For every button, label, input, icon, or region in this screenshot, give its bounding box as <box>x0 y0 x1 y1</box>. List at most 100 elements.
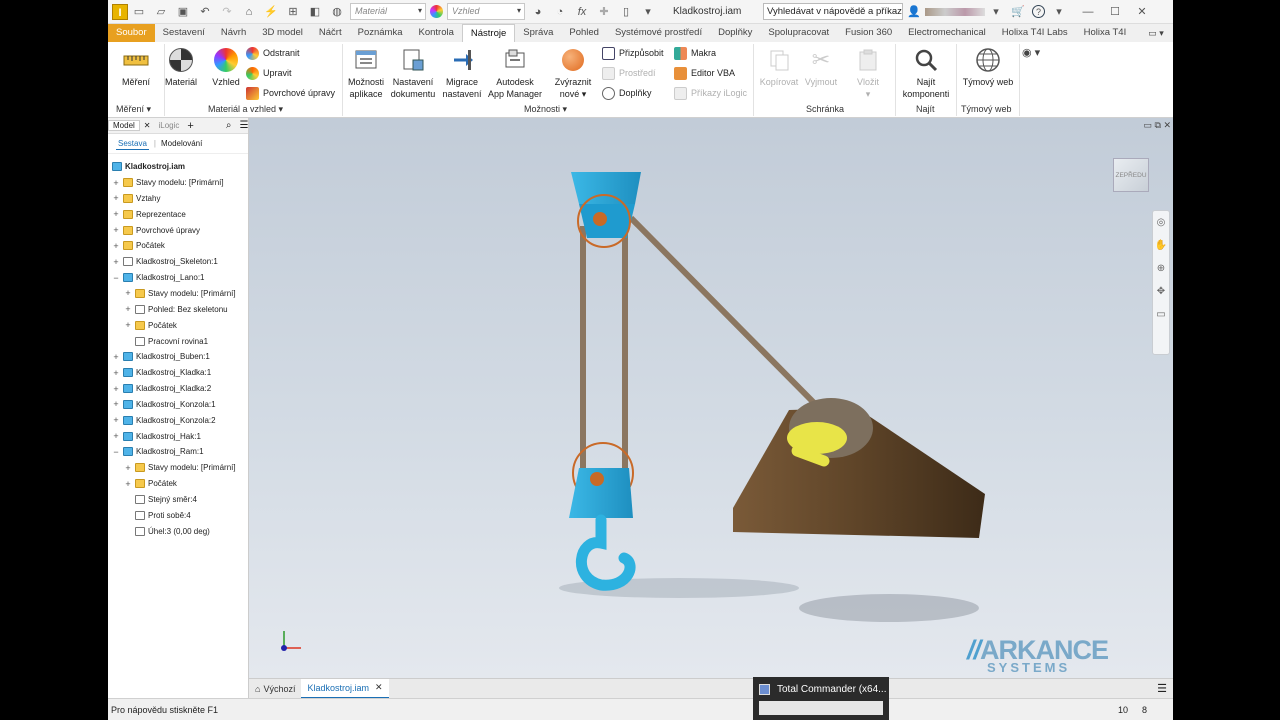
tab-3d-model[interactable]: 3D model <box>254 24 311 42</box>
tab-home[interactable]: ⌂ Výchozí <box>249 679 301 699</box>
paste-button[interactable]: Vložit ▾ <box>850 46 886 100</box>
app-options-button[interactable]: Možnosti aplikace <box>344 46 388 100</box>
tree-item[interactable]: + Stavy modelu: [Primární] <box>124 286 235 301</box>
tree-item[interactable]: + Počátek <box>124 476 177 491</box>
tree-item[interactable]: + Kladkostroj_Kladka:1 <box>112 365 211 380</box>
tab-holixa[interactable]: Holixa T4I <box>1076 24 1135 42</box>
tree-item[interactable]: + Reprezentace <box>112 207 185 222</box>
tree-item[interactable]: + Kladkostroj_Kladka:2 <box>112 381 211 396</box>
group-measure-label[interactable]: Měření ▾ <box>116 104 151 115</box>
macros-button[interactable]: Makra <box>674 45 716 61</box>
expand-toggle-icon[interactable]: + <box>124 463 132 473</box>
open-icon[interactable]: ▱ <box>153 5 169 19</box>
tab-fusion360[interactable]: Fusion 360 <box>837 24 900 42</box>
expand-toggle-icon[interactable]: + <box>112 368 120 378</box>
team-web-button[interactable]: Týmový web <box>958 46 1018 88</box>
tree-item[interactable]: + Kladkostroj_Buben:1 <box>112 349 209 364</box>
ilogic-icon[interactable]: ▯ <box>618 5 634 19</box>
cut-button[interactable]: ✂ Vyjmout <box>802 46 840 88</box>
expand-toggle-icon[interactable]: + <box>112 384 120 394</box>
tab-addins[interactable]: Doplňky <box>710 24 760 42</box>
tab-environments[interactable]: Systémové prostředí <box>607 24 710 42</box>
tree-item[interactable]: Stejný směr:4 <box>124 492 197 507</box>
viewport-window-controls[interactable]: ▭ ⧉ ✕ <box>1144 120 1171 131</box>
expand-toggle-icon[interactable]: − <box>112 273 120 283</box>
search-icon[interactable]: ⌕ <box>222 120 236 131</box>
measure-button[interactable]: Měření <box>114 46 158 88</box>
close-icon[interactable]: ✕ <box>1134 5 1150 19</box>
subtab-assembly[interactable]: Sestava <box>116 138 149 150</box>
expand-toggle-icon[interactable]: − <box>112 447 120 457</box>
highlight-new-button[interactable]: Zvýraznit nové ▾ <box>550 46 596 100</box>
tree-item[interactable]: + Pohled: Bez skeletonu <box>124 302 227 317</box>
tab-document[interactable]: Kladkostroj.iam ✕ <box>301 678 389 699</box>
steering-wheel-icon[interactable]: ◎ <box>1157 217 1166 228</box>
subtab-modeling[interactable]: Modelování <box>161 139 202 148</box>
measure-quick-icon[interactable]: ◧ <box>307 5 323 19</box>
tab-file[interactable]: Soubor <box>108 24 155 42</box>
color-sphere-icon[interactable]: ◍ <box>329 5 345 19</box>
tab-collaborate[interactable]: Spolupracovat <box>760 24 837 42</box>
expand-toggle-icon[interactable]: + <box>112 225 120 235</box>
minimize-icon[interactable]: — <box>1080 5 1096 19</box>
customize-button[interactable]: Přizpůsobit <box>602 45 664 61</box>
help-menu-icon[interactable]: ▾ <box>1051 5 1067 19</box>
ribbon-extra-dropdown[interactable]: ◉ ▾ <box>1022 46 1040 59</box>
expand-toggle-icon[interactable]: + <box>112 257 120 267</box>
expand-toggle-icon[interactable]: + <box>112 193 120 203</box>
tab-assemble[interactable]: Sestavení <box>155 24 213 42</box>
doc-settings-button[interactable]: Nastavení dokumentu <box>389 46 437 100</box>
tree-item[interactable]: + Vztahy <box>112 191 160 206</box>
group-options-label[interactable]: Možnosti ▾ <box>524 104 567 115</box>
tree-item[interactable]: + Kladkostroj_Skeleton:1 <box>112 254 217 269</box>
tab-manage[interactable]: Správa <box>515 24 561 42</box>
tree-item[interactable]: − Kladkostroj_Ram:1 <box>112 444 203 459</box>
tab-tools[interactable]: Nástroje <box>461 24 516 42</box>
copy-button[interactable]: Kopírovat <box>756 46 802 88</box>
app-manager-button[interactable]: Autodesk App Manager <box>484 46 546 100</box>
expand-toggle-icon[interactable]: + <box>124 320 132 330</box>
tab-holixa-labs[interactable]: Holixa T4I Labs <box>994 24 1076 42</box>
ribbon-display-toggle[interactable]: ▭ ▾ <box>1148 24 1164 42</box>
select-icon[interactable]: ⊞ <box>285 5 301 19</box>
browser-tab-ilogic[interactable]: iLogic <box>155 121 184 130</box>
tree-item[interactable]: + Kladkostroj_Konzola:2 <box>112 413 215 428</box>
tab-sketch[interactable]: Náčrt <box>311 24 350 42</box>
tree-item[interactable]: − Kladkostroj_Lano:1 <box>112 270 204 285</box>
save-icon[interactable]: ▣ <box>175 5 191 19</box>
material-button[interactable]: Materiál <box>162 46 200 88</box>
add-tab-icon[interactable]: + <box>183 120 197 132</box>
environments-button[interactable]: Prostředí <box>602 65 656 81</box>
tab-electromechanical[interactable]: Electromechanical <box>900 24 994 42</box>
maximize-icon[interactable]: ☐ <box>1107 5 1123 19</box>
migrate-settings-button[interactable]: Migrace nastavení <box>440 46 484 100</box>
plus-icon[interactable]: ✚ <box>596 5 612 19</box>
tab-inspect[interactable]: Kontrola <box>411 24 462 42</box>
user-icon[interactable]: 👤 <box>906 5 922 19</box>
appearance-button[interactable]: Vzhled <box>208 46 244 88</box>
help-search-input[interactable]: Vyhledávat v nápovědě a příkaz <box>763 3 903 20</box>
expand-toggle-icon[interactable]: + <box>112 209 120 219</box>
inventor-logo-icon[interactable]: I <box>112 3 128 20</box>
tab-view[interactable]: Pohled <box>561 24 607 42</box>
taskbar-preview[interactable]: Total Commander (x64... <box>753 677 889 720</box>
browser-tab-model[interactable]: Model <box>108 120 140 131</box>
expand-toggle-icon[interactable]: + <box>112 399 120 409</box>
clear-appearance-icon[interactable]: ◕ <box>530 5 546 19</box>
close-icon[interactable]: ✕ <box>375 682 383 693</box>
home-icon[interactable]: ⌂ <box>241 5 257 19</box>
vba-editor-button[interactable]: Editor VBA <box>674 65 735 81</box>
redo-icon[interactable]: ↷ <box>219 5 235 19</box>
pan-icon[interactable]: ✋ <box>1155 240 1167 251</box>
expand-toggle-icon[interactable]: + <box>124 304 132 314</box>
remove-appearance-button[interactable]: Odstranit <box>246 45 300 61</box>
finishes-button[interactable]: Povrchové úpravy <box>246 85 335 101</box>
help-icon[interactable]: ? <box>1032 5 1045 18</box>
addins-button[interactable]: Doplňky <box>602 85 652 101</box>
expand-toggle-icon[interactable]: + <box>112 241 120 251</box>
tree-item[interactable]: + Počátek <box>112 238 165 253</box>
zoom-icon[interactable]: ⊕ <box>1157 263 1165 274</box>
expand-toggle-icon[interactable]: + <box>112 352 120 362</box>
appearance-combo[interactable]: Vzhled ▾ <box>447 3 525 20</box>
tree-item[interactable]: + Stavy modelu: [Primární] <box>112 175 223 190</box>
